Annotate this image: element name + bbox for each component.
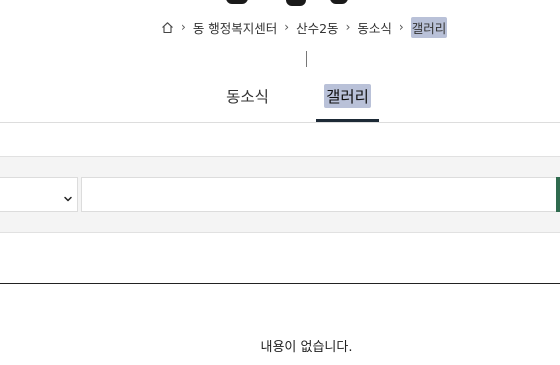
chevron-down-icon [63, 189, 73, 202]
breadcrumb-item-center[interactable]: 동 행정복지센터 [193, 18, 277, 37]
search-input[interactable] [81, 177, 559, 212]
search-category-select[interactable] [0, 177, 78, 212]
breadcrumb-item-dong[interactable]: 산수2동 [296, 18, 338, 37]
breadcrumb-item-gallery[interactable]: 갤러리 [410, 16, 448, 38]
breadcrumb-separator-icon: › [345, 20, 351, 34]
tab-gallery-label: 갤러리 [324, 84, 371, 108]
list-top-border [0, 283, 560, 284]
breadcrumb-separator-icon: › [284, 20, 290, 34]
page-title-cropped [0, 0, 560, 6]
active-tab-indicator [316, 119, 379, 122]
breadcrumb: › 동 행정복지센터 › 산수2동 › 동소식 › 갤러리 [160, 16, 448, 38]
breadcrumb-separator-icon: › [181, 20, 186, 34]
empty-list-message: 내용이 없습니다. [260, 340, 353, 355]
breadcrumb-item-news[interactable]: 동소식 [357, 18, 392, 37]
search-filter-bar [0, 156, 560, 233]
divider [306, 51, 307, 67]
tab-news[interactable]: 동소식 [210, 72, 285, 120]
breadcrumb-separator-icon: › [398, 20, 404, 34]
home-icon[interactable] [160, 20, 174, 34]
tab-gallery[interactable]: 갤러리 [316, 72, 379, 120]
tab-bar: 동소식 갤러리 [0, 72, 560, 123]
search-button[interactable] [556, 177, 560, 212]
tab-news-label: 동소식 [226, 88, 269, 106]
